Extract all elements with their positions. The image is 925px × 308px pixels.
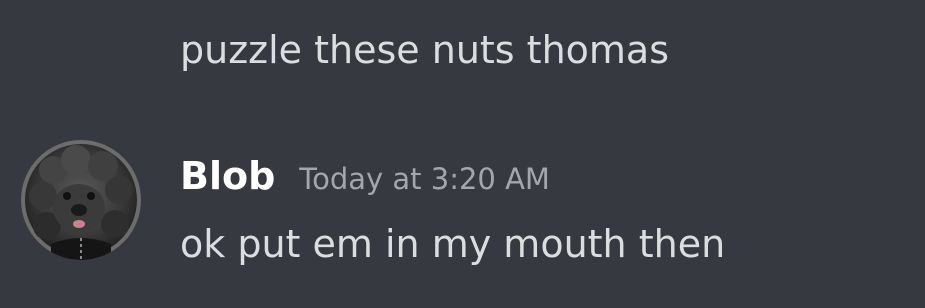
message-text: ok put em in my mouth then xyxy=(180,222,726,266)
avatar[interactable] xyxy=(21,140,141,260)
message-header: Blob Today at 3:20 AM xyxy=(180,152,550,203)
chat-messages: puzzle these nuts thomas Blob Today at 3… xyxy=(0,0,925,308)
timestamp: Today at 3:20 AM xyxy=(299,162,550,196)
message-text-continued: puzzle these nuts thomas xyxy=(180,28,670,72)
message-group: Blob Today at 3:20 AM ok put em in my mou… xyxy=(0,140,925,270)
username[interactable]: Blob xyxy=(180,154,275,198)
dog-avatar-icon xyxy=(21,140,141,260)
